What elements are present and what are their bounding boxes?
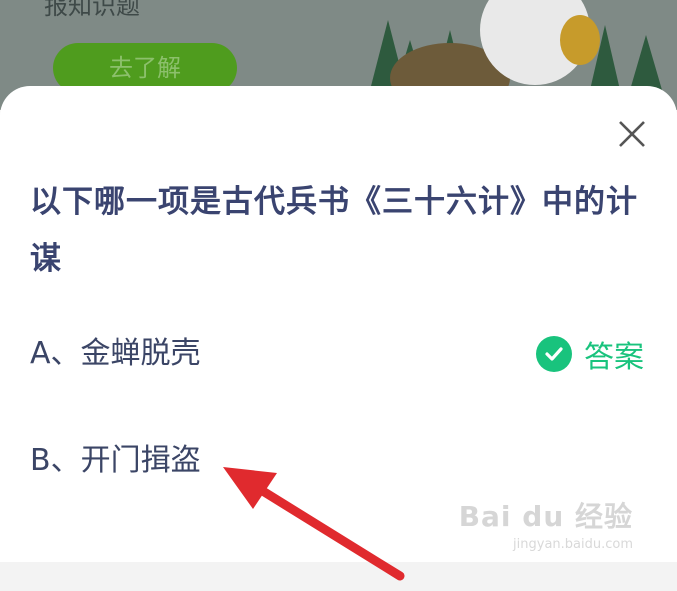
close-icon[interactable]: [615, 117, 649, 151]
answer-badge: 答案: [536, 332, 644, 376]
background-title: 报知识题: [44, 0, 140, 20]
check-circle-icon: [536, 336, 572, 372]
question-text: 以下哪一项是古代兵书《三十六计》中的计谋: [30, 184, 638, 277]
baidu-watermark: Bai du 经验 jingyan.baidu.com: [459, 495, 633, 552]
watermark-url: jingyan.baidu.com: [513, 537, 633, 552]
quiz-modal: 以下哪一项是古代兵书《三十六计》中的计谋 A、金蝉脱壳 B、开门揖盗 答案 Ba…: [0, 86, 677, 581]
red-arrow-annotation: [223, 467, 405, 581]
watermark-logo: Bai du 经验: [458, 500, 633, 533]
answer-label: 答案: [584, 340, 644, 375]
